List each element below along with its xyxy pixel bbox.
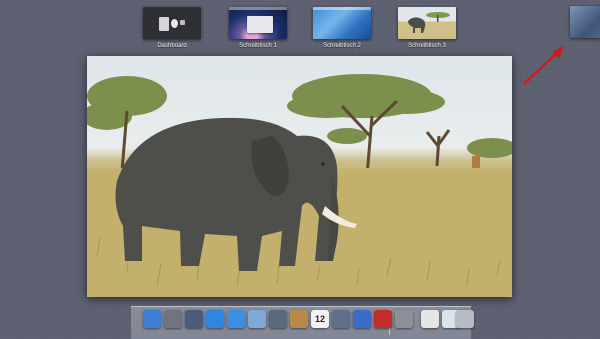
calendar-date: 12 (314, 314, 325, 324)
desktop-preview[interactable] (87, 56, 512, 297)
mail-icon[interactable] (248, 310, 266, 328)
photo-booth-icon[interactable] (374, 310, 392, 328)
space-thumbnail-desktop-1[interactable] (229, 7, 287, 39)
dock: 12 (131, 306, 474, 339)
address-book-icon[interactable] (290, 310, 308, 328)
space-label-desktop-3: Schreibtisch 3 (408, 43, 446, 49)
iphoto-icon[interactable] (332, 310, 350, 328)
documents-icon[interactable] (421, 310, 439, 328)
finder-icon[interactable] (143, 310, 161, 328)
trash-icon[interactable] (456, 310, 474, 328)
elephant-wallpaper (87, 74, 512, 297)
launchpad-icon[interactable] (164, 310, 182, 328)
facetime-icon[interactable] (269, 310, 287, 328)
app-store-icon[interactable] (206, 310, 224, 328)
red-arrow-annotation (523, 46, 564, 85)
calendar-icon[interactable]: 12 (311, 310, 329, 328)
mission-control-icon[interactable] (185, 310, 203, 328)
widget-icon (159, 17, 169, 31)
window-preview (247, 16, 273, 33)
space-thumbnail-desktop-3[interactable] (398, 7, 456, 39)
space-label-desktop-2: Schreibtisch 2 (323, 43, 361, 49)
widget-icon (171, 19, 178, 28)
elephant-wallpaper-thumbnail (408, 12, 450, 33)
menubar-preview (229, 7, 287, 10)
menubar-preview (313, 7, 371, 10)
space-label-dashboard: Dashboard (157, 43, 187, 49)
spaces-bar: Dashboard Schreibtisch 1 Schreibtisch 2 … (0, 0, 600, 56)
safari-icon[interactable] (227, 310, 245, 328)
itunes-icon[interactable] (353, 310, 371, 328)
space-label-desktop-1: Schreibtisch 1 (239, 43, 277, 49)
space-thumbnail-dashboard[interactable] (143, 7, 201, 39)
add-space-button[interactable] (570, 6, 600, 38)
system-preferences-icon[interactable] (395, 310, 413, 328)
widget-icon (180, 20, 185, 25)
space-thumbnail-desktop-2[interactable] (313, 7, 371, 39)
